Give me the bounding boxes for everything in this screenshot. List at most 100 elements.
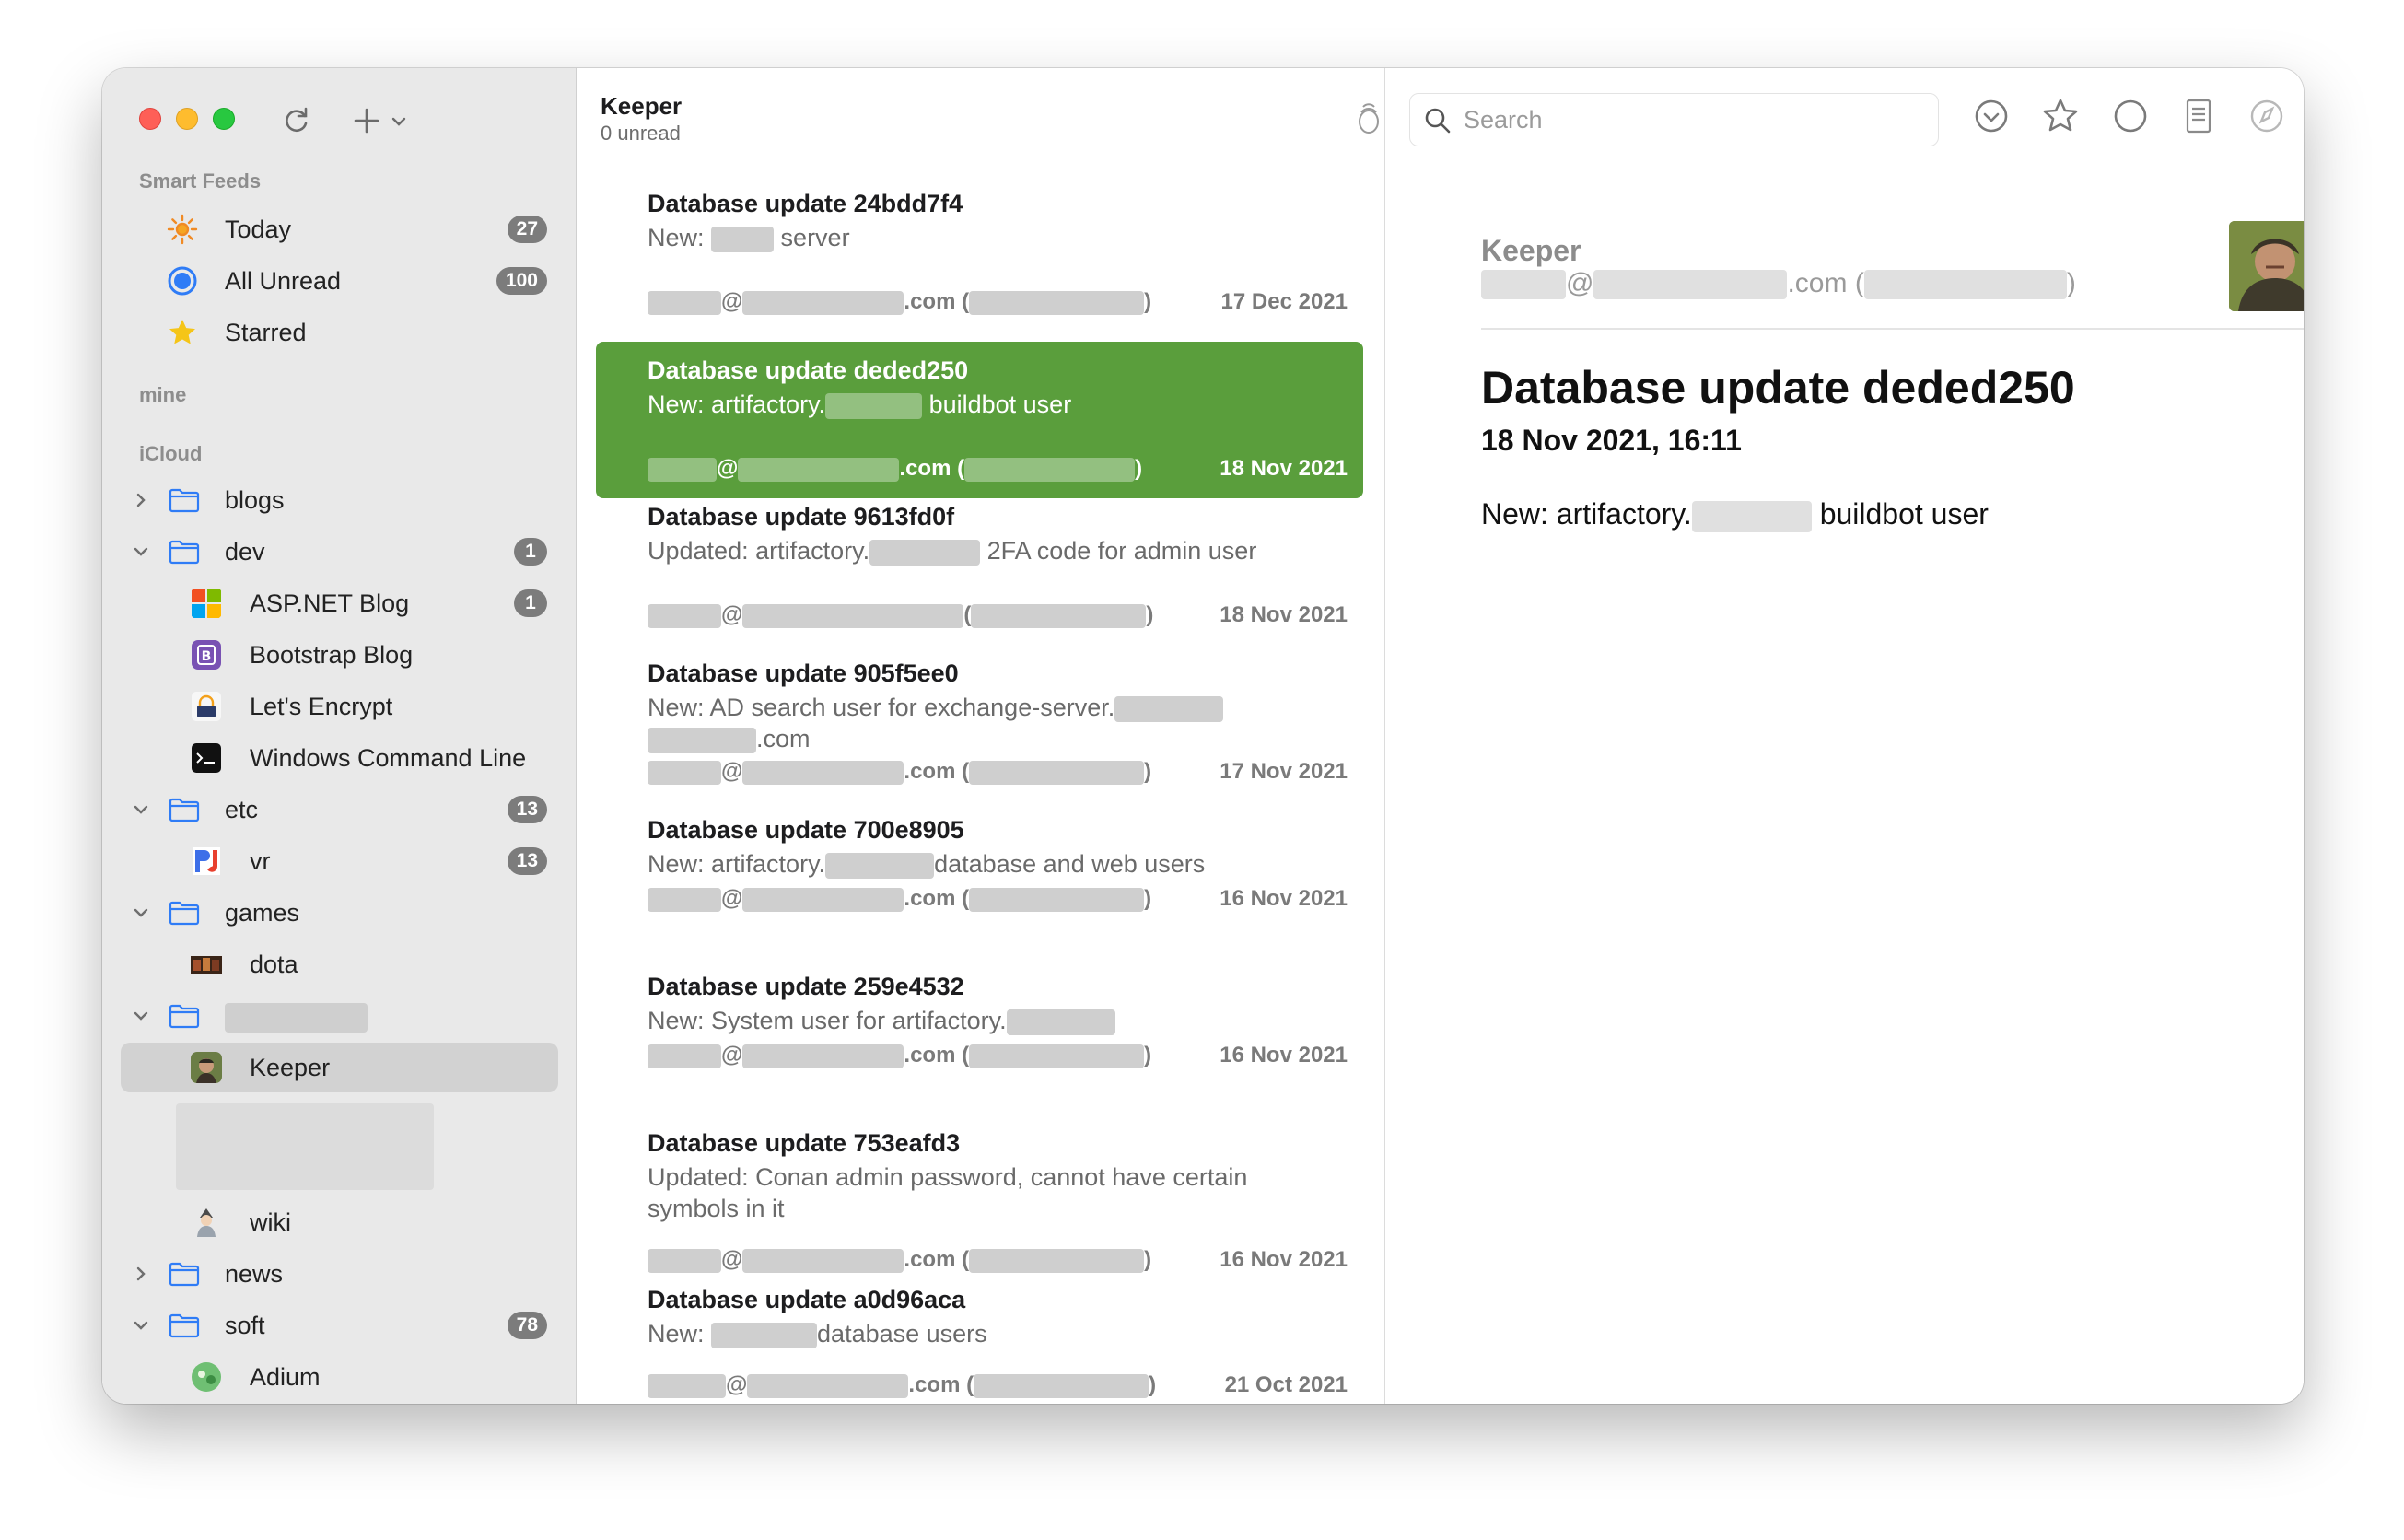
- dota-image-icon: [191, 956, 222, 974]
- search-field[interactable]: [1409, 93, 1939, 146]
- chevron-right-icon[interactable]: [132, 491, 150, 509]
- mark-all-read-icon[interactable]: [1353, 97, 1384, 135]
- mark-read-icon[interactable]: [1971, 96, 2012, 136]
- sidebar-item-all-unread[interactable]: All Unread 100: [121, 256, 558, 306]
- sidebar-item-label: All Unread: [225, 266, 342, 295]
- sidebar-item-label: wiki: [250, 1208, 291, 1236]
- sidebar-item-starred[interactable]: Starred: [121, 308, 558, 357]
- article-item[interactable]: Database update 9613fd0f Updated: artifa…: [596, 488, 1363, 645]
- bootstrap-logo-icon: B: [192, 640, 221, 670]
- article-item-selected[interactable]: Database update deded250 New: artifactor…: [596, 342, 1363, 498]
- article-summary: New: server: [648, 224, 850, 252]
- sidebar-item-label: Adium: [250, 1362, 321, 1391]
- article-date: 17 Nov 2021: [1220, 759, 1348, 784]
- sidebar-feed-keeper[interactable]: Keeper: [121, 1043, 558, 1092]
- sidebar-item-label: Let's Encrypt: [250, 692, 393, 720]
- article-item[interactable]: Database update 24bdd7f4 New: server @ .c…: [596, 175, 1363, 332]
- article-author: @ .com () 17 Nov 2021: [648, 759, 1348, 787]
- sidebar-folder-news[interactable]: news: [121, 1249, 558, 1299]
- article-list-pane: Keeper 0 unread Database update 24bdd7f4…: [578, 68, 1450, 1404]
- article-item[interactable]: Database update a0d96aca New: database u…: [596, 1271, 1363, 1404]
- sidebar-feed-aspnet-blog[interactable]: ASP.NET Blog 1: [121, 578, 558, 628]
- sidebar-item-label: Bootstrap Blog: [250, 640, 414, 669]
- folder-icon: [169, 1262, 200, 1287]
- sidebar-feed-wiki[interactable]: wiki: [121, 1197, 558, 1247]
- article-author: @() 18 Nov 2021: [648, 602, 1348, 630]
- sidebar-folder-redacted[interactable]: [121, 991, 558, 1041]
- zoom-window-button[interactable]: [213, 108, 235, 130]
- chevron-down-icon[interactable]: [390, 112, 408, 131]
- article-date: 18 Nov 2021: [1220, 456, 1348, 481]
- terminal-icon: [192, 743, 221, 773]
- unread-circle-icon[interactable]: [2110, 96, 2151, 136]
- folder-icon: [169, 1004, 200, 1029]
- chevron-down-icon[interactable]: [132, 1007, 150, 1025]
- reader-pane: Keeper @.com () Database update deded250…: [1386, 68, 2304, 1404]
- article-item[interactable]: Database update 700e8905 New: artifactor…: [596, 801, 1363, 958]
- sidebar-item-label: dota: [250, 950, 298, 978]
- close-window-button[interactable]: [139, 108, 161, 130]
- chevron-down-icon[interactable]: [132, 800, 150, 819]
- sidebar-feed-vr[interactable]: vr 13: [121, 836, 558, 886]
- folder-icon: [169, 488, 200, 513]
- article-summary: Updated: artifactory. 2FA code for admin…: [648, 537, 1257, 566]
- sidebar-feed-dota[interactable]: dota: [121, 939, 558, 989]
- article-item[interactable]: Database update 753eafd3 Updated: Conan …: [596, 1114, 1363, 1273]
- adium-logo-icon: [192, 1362, 221, 1392]
- refresh-icon[interactable]: [280, 103, 313, 136]
- sidebar-folder-games[interactable]: games: [121, 888, 558, 938]
- folder-icon: [169, 1313, 200, 1338]
- unread-count-badge: 1: [514, 538, 547, 566]
- chevron-down-icon[interactable]: [132, 1316, 150, 1335]
- chevron-down-icon[interactable]: [132, 542, 150, 561]
- unread-count-badge: 1: [514, 589, 547, 617]
- compass-icon[interactable]: [2246, 96, 2287, 136]
- list-title: Keeper: [601, 92, 683, 120]
- sidebar-folder-etc[interactable]: etc 13: [121, 785, 558, 834]
- sidebar-item-label: soft: [225, 1311, 265, 1339]
- article-author: @ .com () 18 Nov 2021: [648, 456, 1348, 484]
- minimize-window-button[interactable]: [176, 108, 198, 130]
- folder-icon: [169, 798, 200, 822]
- article-author: @ .com () 16 Nov 2021: [648, 1043, 1348, 1070]
- sidebar-folder-blogs[interactable]: blogs: [121, 475, 558, 525]
- article-date: 18 Nov 2021: [1220, 602, 1348, 627]
- svg-text:B: B: [202, 649, 212, 664]
- article-author: @ .com () 21 Oct 2021: [648, 1372, 1348, 1400]
- sidebar-item-label: blogs: [225, 485, 285, 514]
- sidebar-feed-adium[interactable]: Adium: [121, 1352, 558, 1402]
- sidebar-feed-bootstrap-blog[interactable]: B Bootstrap Blog: [121, 630, 558, 680]
- article-item[interactable]: Database update 905f5ee0 New: AD search …: [596, 645, 1363, 801]
- article-author: @ .com (): [1481, 268, 2076, 300]
- article-item[interactable]: Database update 259e4532 New: System use…: [596, 958, 1363, 1114]
- article-title: Database update 9613fd0f: [648, 503, 955, 531]
- sidebar-item-today[interactable]: Today 27: [121, 204, 558, 254]
- redacted-folder-name: [225, 1003, 368, 1032]
- sidebar-item-label: Windows Command Line: [250, 743, 527, 772]
- sidebar-item-label: vr: [250, 846, 271, 875]
- unread-count-badge: 13: [507, 796, 547, 823]
- article-date: 21 Oct 2021: [1224, 1372, 1348, 1397]
- smart-feeds-heading: Smart Feeds: [139, 169, 262, 192]
- article-author: @ .com () 16 Nov 2021: [648, 886, 1348, 914]
- article-title: Database update 259e4532: [648, 973, 964, 1000]
- mine-heading: mine: [139, 383, 187, 406]
- add-icon[interactable]: [351, 105, 382, 136]
- article-title: Database update 700e8905: [648, 816, 964, 844]
- article-summary: New: System user for artifactory.: [648, 1005, 1292, 1036]
- redacted-feed[interactable]: [176, 1103, 434, 1190]
- sidebar-folder-dev[interactable]: dev 1: [121, 527, 558, 577]
- search-input[interactable]: [1464, 103, 1924, 136]
- sidebar-feed-lets-encrypt[interactable]: Let's Encrypt: [121, 682, 558, 731]
- chevron-down-icon[interactable]: [132, 904, 150, 922]
- sidebar-item-label: ASP.NET Blog: [250, 589, 410, 617]
- article-summary: New: AD search user for exchange-server.…: [648, 692, 1292, 754]
- reader-view-icon[interactable]: [2178, 96, 2219, 136]
- star-icon[interactable]: [2040, 96, 2081, 136]
- article-date: 16 Nov 2021: [1220, 1247, 1348, 1272]
- article-feed-name: Keeper: [1481, 234, 1581, 267]
- sidebar-folder-soft[interactable]: soft 78: [121, 1301, 558, 1350]
- article-title: Database update deded250: [1481, 362, 2075, 414]
- sidebar-feed-windows-command-line[interactable]: Windows Command Line: [121, 733, 558, 783]
- chevron-right-icon[interactable]: [132, 1265, 150, 1283]
